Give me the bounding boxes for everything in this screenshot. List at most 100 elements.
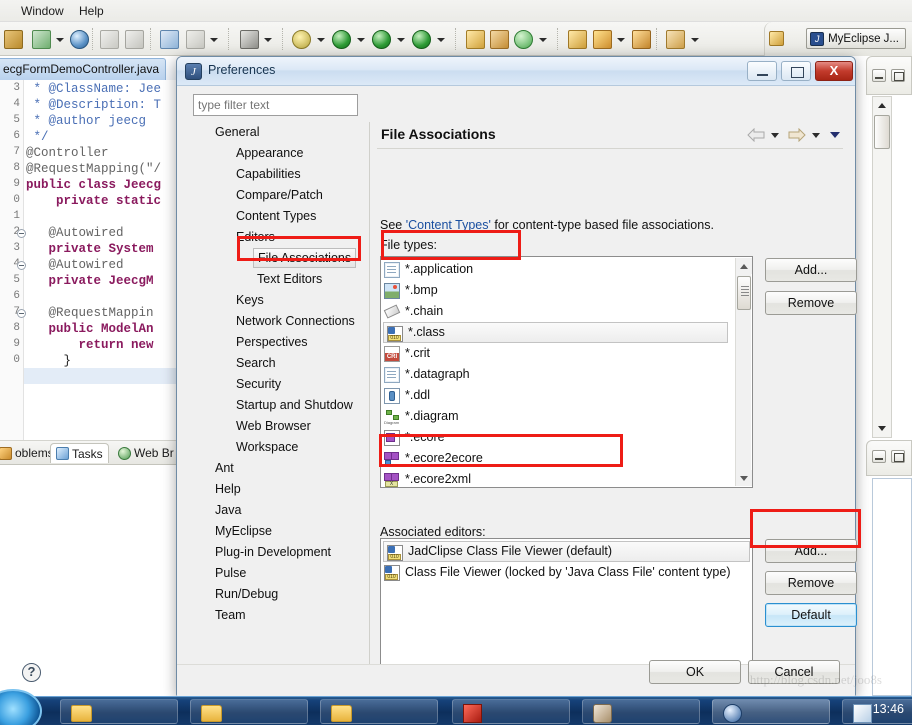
perspective-myeclipse-button[interactable]: J MyEclipse J... xyxy=(806,28,906,49)
tab-tasks[interactable]: Tasks xyxy=(50,443,109,463)
file-type-row[interactable]: X *.ecore2xml xyxy=(381,469,752,490)
file-type-row[interactable]: *.ddl xyxy=(381,385,752,406)
taskbar-item-java[interactable] xyxy=(582,699,700,724)
tree-item-team[interactable]: Team xyxy=(215,605,246,625)
fold-toggle-icon[interactable] xyxy=(17,261,26,270)
tree-item-java[interactable]: Java xyxy=(215,500,241,520)
tree-item-appearance[interactable]: Appearance xyxy=(236,143,303,163)
forward-dropdown-icon[interactable] xyxy=(812,133,820,138)
tree-item-ant[interactable]: Ant xyxy=(215,458,234,478)
tree-item-editors[interactable]: Editors xyxy=(236,227,275,247)
debug-dropdown-icon[interactable] xyxy=(317,38,325,42)
view-menu-icon[interactable] xyxy=(830,132,840,138)
key-icon[interactable] xyxy=(593,30,612,49)
run-external-dropdown-icon[interactable] xyxy=(437,38,445,42)
right-view-maximize-button[interactable] xyxy=(891,69,905,82)
file-type-row[interactable]: *.ecore xyxy=(381,427,752,448)
scroll-up-icon[interactable] xyxy=(878,103,886,108)
fold-toggle-icon[interactable] xyxy=(17,309,26,318)
filter-input[interactable] xyxy=(193,94,358,116)
tree-item-help[interactable]: Help xyxy=(215,479,241,499)
tab-web-browser[interactable]: Web Br xyxy=(113,443,179,463)
help-icon[interactable]: ? xyxy=(22,663,41,682)
file-type-row[interactable]: CRI *.crit xyxy=(381,343,752,364)
file-type-row[interactable]: *.application xyxy=(381,259,752,280)
editors-add-button[interactable]: Add... xyxy=(765,539,857,563)
key-dropdown-icon[interactable] xyxy=(617,38,625,42)
dialog-close-button[interactable]: X xyxy=(815,61,853,81)
globe-icon[interactable] xyxy=(70,30,89,49)
content-types-link[interactable]: 'Content Types' xyxy=(406,218,491,232)
code-editor[interactable]: 3 * @ClassName: Jee 4 * @Description: T5 … xyxy=(0,80,185,440)
new-project-icon[interactable] xyxy=(466,30,485,49)
run-history-icon[interactable] xyxy=(372,30,391,49)
tree-item-workspace[interactable]: Workspace xyxy=(236,437,298,457)
taskbar-item-myeclipse[interactable] xyxy=(712,699,830,724)
run-dropdown-icon[interactable] xyxy=(357,38,365,42)
file-types-scroll-down-button[interactable] xyxy=(736,470,752,486)
associated-editor-row[interactable]: 010 JadClipse Class File Viewer (default) xyxy=(383,541,750,562)
camera-dropdown-icon[interactable] xyxy=(264,38,272,42)
start-button[interactable] xyxy=(0,689,42,725)
file-types-scrollbar[interactable] xyxy=(735,258,752,486)
right-view-minimize-button[interactable] xyxy=(872,69,886,82)
right-view2-maximize-button[interactable] xyxy=(891,450,905,463)
debug-icon[interactable] xyxy=(292,30,311,49)
right-view-scroll-thumb[interactable] xyxy=(874,115,890,149)
tree-item-compare-patch[interactable]: Compare/Patch xyxy=(236,185,323,205)
tree-item-general[interactable]: General xyxy=(215,122,259,142)
new-table-icon[interactable] xyxy=(490,30,509,49)
menu-help[interactable]: Help xyxy=(74,3,109,19)
tree-item-perspectives[interactable]: Perspectives xyxy=(236,332,308,352)
file-type-row[interactable]: *.bmp xyxy=(381,280,752,301)
taskbar-item-1[interactable] xyxy=(60,699,178,724)
forward-icon[interactable] xyxy=(788,127,806,145)
open-type-icon[interactable] xyxy=(160,30,179,49)
open-perspective-icon[interactable] xyxy=(632,30,651,49)
taskbar-item-3[interactable] xyxy=(320,699,438,724)
associated-editor-row[interactable]: 010 Class File Viewer (locked by 'Java Cl… xyxy=(381,562,752,583)
right-view-scrollbar[interactable] xyxy=(872,96,892,438)
deploy-icon[interactable] xyxy=(514,30,533,49)
camera-icon[interactable] xyxy=(240,30,259,49)
fold-toggle-icon[interactable] xyxy=(17,229,26,238)
search-dropdown-icon[interactable] xyxy=(210,38,218,42)
file-type-row[interactable]: Diagram *.diagram xyxy=(381,406,752,427)
taskbar-item-2[interactable] xyxy=(190,699,308,724)
editor-tab-controller[interactable]: ecgFormDemoController.java xyxy=(0,58,167,80)
file-type-row[interactable]: *.datagraph xyxy=(381,364,752,385)
folder-dropdown-icon[interactable] xyxy=(691,38,699,42)
back-icon[interactable] xyxy=(747,127,765,145)
dialog-title-bar[interactable]: J Preferences X xyxy=(177,57,855,86)
tree-item-search[interactable]: Search xyxy=(236,353,276,373)
save-dropdown-icon[interactable] xyxy=(56,38,64,42)
dialog-minimize-button[interactable] xyxy=(747,61,777,81)
tree-item-keys[interactable]: Keys xyxy=(236,290,264,310)
folder-icon[interactable] xyxy=(666,30,685,49)
tree-item-network-connections[interactable]: Network Connections xyxy=(236,311,355,331)
tree-item-plug-in-development[interactable]: Plug-in Development xyxy=(215,542,331,562)
run-icon[interactable] xyxy=(332,30,351,49)
file-type-row[interactable]: 010 *.class xyxy=(383,322,728,343)
tree-item-file-associations[interactable]: File Associations xyxy=(253,248,357,268)
new-wizard-icon[interactable] xyxy=(4,30,23,49)
file-type-row[interactable]: *.chain xyxy=(381,301,752,322)
tree-item-pulse[interactable]: Pulse xyxy=(215,563,246,583)
right-view2-minimize-button[interactable] xyxy=(872,450,886,463)
preferences-tree[interactable]: General Appearance Capabilities Compare/Pat… xyxy=(193,122,358,638)
scroll-down-icon[interactable] xyxy=(878,426,886,431)
file-type-row[interactable]: *.ecore2ecore xyxy=(381,448,752,469)
file-types-scroll-up-button[interactable] xyxy=(736,258,752,274)
tree-item-text-editors[interactable]: Text Editors xyxy=(257,269,322,289)
tree-item-web-browser[interactable]: Web Browser xyxy=(236,416,311,436)
back-dropdown-icon[interactable] xyxy=(771,133,779,138)
ok-button[interactable]: OK xyxy=(649,660,741,684)
file-types-list[interactable]: *.application *.bmp *.chain 010 *.class CRI *.… xyxy=(380,256,753,488)
menu-window[interactable]: Window xyxy=(16,3,69,19)
save-icon[interactable] xyxy=(32,30,51,49)
run-history-dropdown-icon[interactable] xyxy=(397,38,405,42)
db-browser-icon[interactable] xyxy=(568,30,587,49)
tree-item-myeclipse[interactable]: MyEclipse xyxy=(215,521,272,541)
taskbar-item-editor[interactable] xyxy=(452,699,570,724)
filetypes-add-button[interactable]: Add... xyxy=(765,258,857,282)
